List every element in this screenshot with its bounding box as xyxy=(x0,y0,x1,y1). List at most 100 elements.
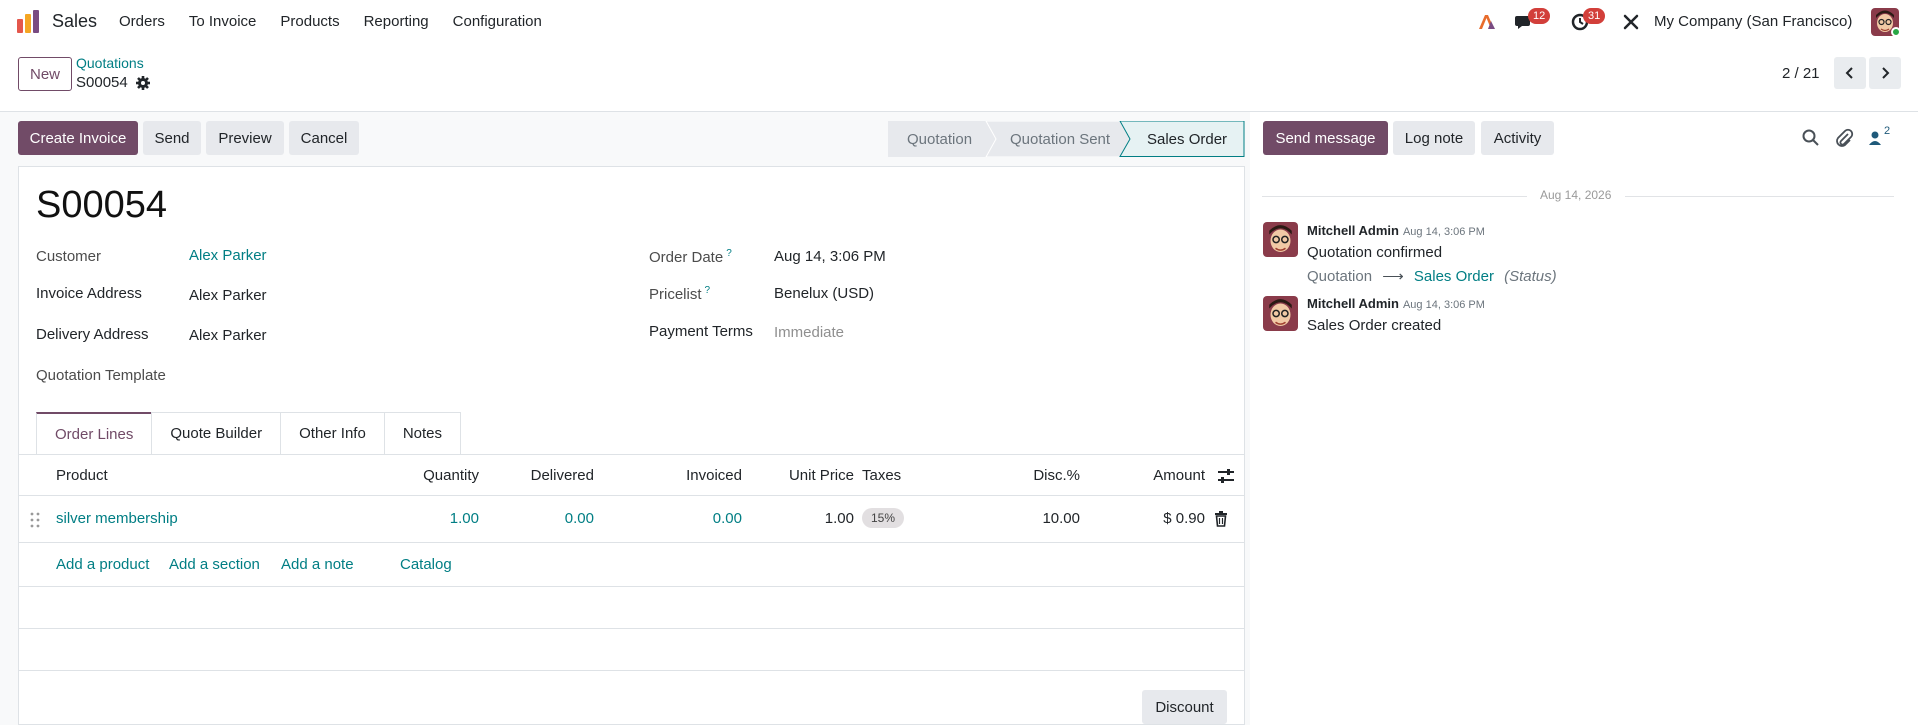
online-status-icon xyxy=(1891,27,1901,37)
drag-handle-icon[interactable] xyxy=(30,512,40,528)
author-name[interactable]: Mitchell Admin xyxy=(1307,223,1399,238)
column-product[interactable]: Product xyxy=(56,467,108,484)
send-button[interactable]: Send xyxy=(143,121,201,155)
unit-price-cell[interactable]: 1.00 xyxy=(825,510,854,527)
product-cell[interactable]: silver membership xyxy=(56,510,178,527)
invoiced-cell[interactable]: 0.00 xyxy=(713,510,742,527)
add-note-link[interactable]: Add a note xyxy=(281,556,354,573)
menu-to-invoice[interactable]: To Invoice xyxy=(189,13,257,30)
followers-count[interactable]: 2 xyxy=(1884,125,1890,137)
table-header: Product Quantity Delivered Invoiced Unit… xyxy=(18,454,1245,496)
message-time: Aug 14, 3:06 PM xyxy=(1402,226,1485,238)
tools-icon[interactable] xyxy=(1621,12,1641,32)
main-menu: Orders To Invoice Products Reporting Con… xyxy=(119,13,566,30)
table-row[interactable]: silver membership 1.00 0.00 0.00 1.00 15… xyxy=(18,497,1245,543)
tracking-value: Quotation ⟶ Sales Order (Status) xyxy=(1307,267,1557,285)
message-author: Mitchell Admin Aug 14, 3:06 PM xyxy=(1307,223,1485,238)
quotation-template-label: Quotation Template xyxy=(36,367,166,384)
stage-quotation-sent[interactable]: Quotation Sent xyxy=(1010,121,1110,157)
column-unit-price[interactable]: Unit Price xyxy=(789,467,854,484)
menu-products[interactable]: Products xyxy=(280,13,339,30)
delivery-address-field[interactable]: Alex Parker xyxy=(189,327,267,344)
activity-button[interactable]: Activity xyxy=(1481,121,1554,155)
tab-notes[interactable]: Notes xyxy=(383,412,461,454)
amount-cell: $ 0.90 xyxy=(1163,510,1205,527)
control-panel: New Quotations S00054 2 / 21 xyxy=(0,44,1918,112)
new-button[interactable]: New xyxy=(18,57,72,91)
menu-reporting[interactable]: Reporting xyxy=(364,13,429,30)
trash-icon[interactable] xyxy=(1214,511,1228,527)
tab-order-lines[interactable]: Order Lines xyxy=(36,412,153,454)
column-invoiced[interactable]: Invoiced xyxy=(686,467,742,484)
sales-app-icon[interactable] xyxy=(16,10,40,34)
send-message-button[interactable]: Send message xyxy=(1263,121,1388,155)
message-author: Mitchell Admin Aug 14, 3:06 PM xyxy=(1307,296,1485,311)
message-avatar[interactable] xyxy=(1263,222,1298,257)
column-taxes[interactable]: Taxes xyxy=(862,467,901,484)
tab-other-info[interactable]: Other Info xyxy=(280,412,385,454)
track-field: (Status) xyxy=(1504,268,1557,285)
cancel-button[interactable]: Cancel xyxy=(289,121,359,155)
optional-columns-icon[interactable] xyxy=(1217,468,1235,484)
message-time: Aug 14, 3:06 PM xyxy=(1402,299,1485,311)
pager-next-button[interactable] xyxy=(1869,57,1901,89)
order-date-field[interactable]: Aug 14, 3:06 PM xyxy=(774,248,886,265)
add-line-row: Add a product Add a section Add a note C… xyxy=(18,543,1245,587)
order-date-label-text: Order Date xyxy=(649,249,724,266)
quantity-cell[interactable]: 1.00 xyxy=(450,510,479,527)
catalog-link[interactable]: Catalog xyxy=(400,556,452,573)
empty-row xyxy=(18,629,1245,671)
column-delivered[interactable]: Delivered xyxy=(531,467,594,484)
tax-badge[interactable]: 15% xyxy=(862,508,905,528)
messages-badge: 12 xyxy=(1528,8,1551,24)
delivery-address-label: Delivery Address xyxy=(36,326,149,343)
menu-configuration[interactable]: Configuration xyxy=(453,13,542,30)
ai-icon[interactable] xyxy=(1477,12,1497,32)
stage-sales-order[interactable]: Sales Order xyxy=(1147,121,1227,157)
invoice-address-field[interactable]: Alex Parker xyxy=(189,287,267,304)
author-name[interactable]: Mitchell Admin xyxy=(1307,296,1399,311)
menu-orders[interactable]: Orders xyxy=(119,13,165,30)
breadcrumb-current: S00054 xyxy=(76,74,128,91)
pager-value[interactable]: 2 / 21 xyxy=(1782,65,1820,82)
message-body: Sales Order created xyxy=(1307,317,1442,334)
followers-icon[interactable] xyxy=(1866,128,1886,148)
discount-cell[interactable]: 10.00 xyxy=(1042,510,1080,527)
notebook-tabs: Order Lines Quote Builder Other Info Not… xyxy=(36,412,461,454)
pricelist-field[interactable]: Benelux (USD) xyxy=(774,285,874,302)
paperclip-icon[interactable] xyxy=(1834,128,1854,148)
breadcrumb-quotations[interactable]: Quotations xyxy=(76,55,144,71)
gear-icon[interactable] xyxy=(135,75,151,91)
create-invoice-button[interactable]: Create Invoice xyxy=(18,121,138,155)
activities-badge: 31 xyxy=(1583,8,1606,24)
tab-quote-builder[interactable]: Quote Builder xyxy=(151,412,282,454)
search-icon[interactable] xyxy=(1801,128,1821,148)
payment-terms-field[interactable]: Immediate xyxy=(774,324,844,341)
chevron-left-icon xyxy=(1845,67,1853,79)
payment-terms-label: Payment Terms xyxy=(649,323,753,340)
column-discount[interactable]: Disc.% xyxy=(1033,467,1080,484)
column-quantity[interactable]: Quantity xyxy=(423,467,479,484)
date-separator: Aug 14, 2026 xyxy=(1262,188,1894,204)
log-note-button[interactable]: Log note xyxy=(1393,121,1475,155)
add-section-link[interactable]: Add a section xyxy=(169,556,260,573)
arrow-right-icon: ⟶ xyxy=(1382,268,1404,285)
column-amount[interactable]: Amount xyxy=(1153,467,1205,484)
empty-row xyxy=(18,587,1245,629)
discount-button[interactable]: Discount xyxy=(1142,690,1227,724)
preview-button[interactable]: Preview xyxy=(206,121,284,155)
app-name[interactable]: Sales xyxy=(52,11,97,32)
company-switcher[interactable]: My Company (San Francisco) xyxy=(1654,13,1852,30)
record-title: S00054 xyxy=(36,184,168,226)
order-date-label: Order Date? xyxy=(649,248,732,266)
message-avatar[interactable] xyxy=(1263,296,1298,331)
invoice-address-label: Invoice Address xyxy=(36,285,142,302)
customer-label: Customer xyxy=(36,248,102,265)
delivered-cell[interactable]: 0.00 xyxy=(565,510,594,527)
help-tooltip-icon[interactable]: ? xyxy=(726,248,732,259)
pager-previous-button[interactable] xyxy=(1834,57,1866,89)
customer-field[interactable]: Alex Parker xyxy=(189,247,267,264)
stage-quotation[interactable]: Quotation xyxy=(907,121,972,157)
add-product-link[interactable]: Add a product xyxy=(56,556,149,573)
help-tooltip-icon[interactable]: ? xyxy=(705,285,711,296)
